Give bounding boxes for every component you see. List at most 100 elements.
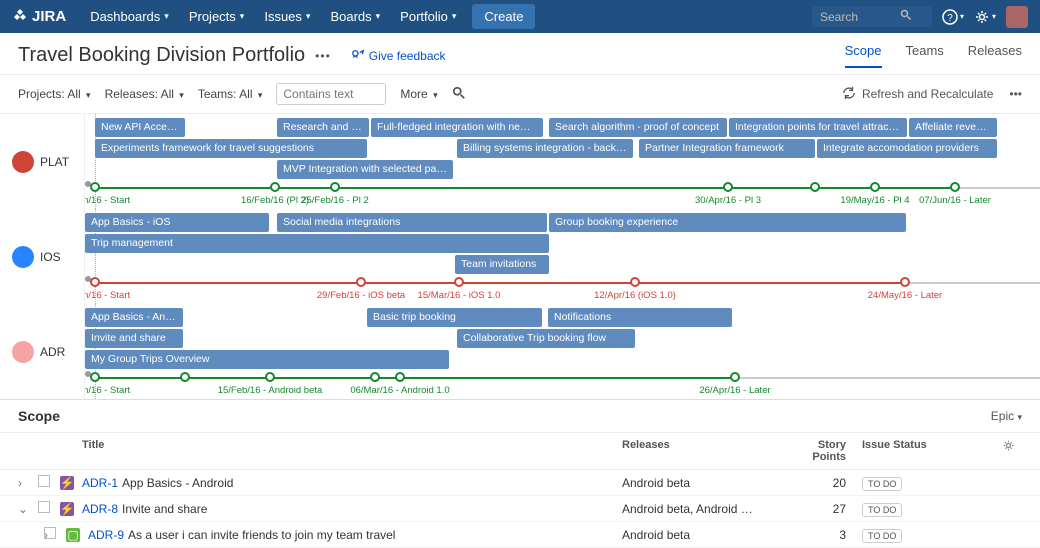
status-badge: TO DO — [862, 503, 902, 517]
release-marker[interactable] — [180, 372, 190, 382]
row-story-points: 27 — [782, 502, 862, 516]
timeline-bar[interactable]: App Basics - And… — [85, 308, 183, 327]
release-marker[interactable] — [723, 182, 733, 192]
timeline-bar[interactable]: Social media integrations — [277, 213, 547, 232]
track-adr: App Basics - And… Basic trip booking Notif… — [85, 304, 1040, 399]
timeline-bar[interactable]: Full-fledged integration with new paym… — [371, 118, 543, 137]
release-marker[interactable] — [454, 277, 464, 287]
issue-key-link[interactable]: ADR-8 — [82, 502, 118, 516]
bars-row: MVP Integration with selected payment… — [85, 160, 1040, 180]
timeline-bar[interactable]: Search algorithm - proof of concept — [549, 118, 727, 137]
col-title: Title — [82, 439, 622, 463]
release-marker[interactable] — [90, 182, 100, 192]
filter-projects[interactable]: Projects: All ▾ — [18, 87, 91, 101]
nav-item-issues[interactable]: Issues ▾ — [254, 3, 320, 30]
timeline-bar[interactable]: Basic trip booking — [367, 308, 542, 327]
nav-item-portfolio[interactable]: Portfolio ▾ — [390, 3, 466, 30]
release-label: 15/Mar/16 - iOS 1.0 — [418, 290, 501, 301]
filter-search-icon[interactable] — [452, 86, 466, 103]
timeline-bar[interactable]: New API Access … — [95, 118, 185, 137]
timeline-bar[interactable]: Team invitations — [455, 255, 549, 274]
row-releases: Android beta, Android … — [622, 502, 782, 516]
timeline-bar[interactable]: Integrate accomodation providers — [817, 139, 997, 158]
timeline-bar[interactable]: Experiments framework for travel suggest… — [95, 139, 367, 158]
axis: 19/Jan/16 - Start16/Feb/16 (Pl 2)25/Feb/… — [85, 181, 1040, 211]
tab-teams[interactable]: Teams — [906, 43, 944, 68]
release-marker[interactable] — [270, 182, 280, 192]
release-marker[interactable] — [370, 372, 380, 382]
row-checkbox[interactable] — [44, 527, 56, 539]
refresh-button[interactable] — [842, 86, 856, 103]
release-marker[interactable] — [950, 182, 960, 192]
track-plat: New API Access … Research and ev…Full-fle… — [85, 114, 1040, 209]
nav-item-boards[interactable]: Boards ▾ — [320, 3, 390, 30]
release-label: 15/Feb/16 - Android beta — [218, 385, 323, 396]
timeline-bar[interactable]: Billing systems integration - backend — [457, 139, 633, 158]
gear-icon[interactable] — [1002, 439, 1022, 463]
expand-toggle[interactable]: › — [18, 476, 22, 490]
search-icon — [900, 9, 912, 24]
more-actions-button[interactable]: ••• — [315, 49, 331, 63]
release-label: 19/May/16 - Pl 4 — [840, 195, 909, 206]
user-avatar[interactable] — [1006, 6, 1028, 28]
release-label: 16/Feb/16 (Pl 2) — [241, 195, 309, 206]
tracks-area: New API Access … Research and ev…Full-fle… — [85, 114, 1040, 399]
tab-scope[interactable]: Scope — [845, 43, 882, 68]
filter-search-input[interactable] — [276, 83, 386, 105]
global-search[interactable] — [812, 6, 932, 27]
timeline-bar[interactable]: Group booking experience — [549, 213, 906, 232]
release-marker[interactable] — [730, 372, 740, 382]
timeline-bar[interactable]: Notifications — [548, 308, 732, 327]
gear-icon[interactable]: ▾ — [974, 9, 996, 25]
timeline-bar[interactable]: My Group Trips Overview — [85, 350, 449, 369]
epic-dropdown[interactable]: Epic ▾ — [991, 409, 1022, 423]
timeline-bar[interactable]: Trip management — [85, 234, 549, 253]
tab-releases[interactable]: Releases — [968, 43, 1022, 68]
issue-key-link[interactable]: ADR-9 — [88, 528, 124, 542]
timeline-bar[interactable]: Integration points for travel attraction… — [729, 118, 907, 137]
table-row[interactable]: ›⚡ADR-1App Basics - AndroidAndroid beta2… — [0, 470, 1040, 496]
search-input[interactable] — [820, 10, 900, 24]
nav-item-dashboards[interactable]: Dashboards ▾ — [80, 3, 179, 30]
timeline-bar[interactable]: App Basics - iOS — [85, 213, 269, 232]
release-marker[interactable] — [265, 372, 275, 382]
release-marker[interactable] — [330, 182, 340, 192]
toolbar-more-icon[interactable]: ••• — [1009, 87, 1022, 101]
jira-logo[interactable]: JIRA — [12, 8, 66, 25]
release-marker[interactable] — [90, 372, 100, 382]
nav-item-projects[interactable]: Projects ▾ — [179, 3, 255, 30]
release-marker[interactable] — [870, 182, 880, 192]
create-button[interactable]: Create — [472, 4, 535, 29]
filter-releases[interactable]: Releases: All ▾ — [105, 87, 184, 101]
timeline-bar[interactable]: Invite and share — [85, 329, 183, 348]
bars-row: Invite and share Collaborative Trip booki… — [85, 329, 1040, 349]
table-row[interactable]: ⌄⚡ADR-8Invite and shareAndroid beta, And… — [0, 496, 1040, 522]
release-marker[interactable] — [630, 277, 640, 287]
bars-row: My Group Trips Overview — [85, 350, 1040, 370]
track-avatar — [12, 341, 34, 363]
bars-row: App Basics - iOS Social media integration… — [85, 213, 1040, 233]
timeline-bar[interactable]: Research and ev… — [277, 118, 369, 137]
row-checkbox[interactable] — [38, 475, 50, 487]
filter-teams[interactable]: Teams: All ▾ — [198, 87, 263, 101]
release-marker[interactable] — [900, 277, 910, 287]
release-marker[interactable] — [90, 277, 100, 287]
release-marker[interactable] — [395, 372, 405, 382]
timeline-bar[interactable]: Collaborative Trip booking flow — [457, 329, 635, 348]
timeline-bar[interactable]: Partner Integration framework — [639, 139, 815, 158]
release-marker[interactable] — [810, 182, 820, 192]
row-checkbox[interactable] — [38, 501, 50, 513]
help-icon[interactable]: ?▾ — [942, 9, 964, 25]
bars-row: Experiments framework for travel suggest… — [85, 139, 1040, 159]
release-marker[interactable] — [356, 277, 366, 287]
grid-header: Title Releases Story Points Issue Status — [0, 432, 1040, 470]
expand-toggle[interactable]: ⌄ — [18, 502, 28, 516]
refresh-label[interactable]: Refresh and Recalculate — [862, 87, 993, 101]
timeline-bar[interactable]: Affeliate revenue … — [909, 118, 997, 137]
track-label-adr: ADR — [0, 304, 84, 399]
issue-key-link[interactable]: ADR-1 — [82, 476, 118, 490]
give-feedback-link[interactable]: Give feedback — [351, 49, 446, 63]
filter-more[interactable]: More ▾ — [400, 87, 437, 101]
table-row[interactable]: ›▢ADR-9As a user i can invite friends to… — [0, 522, 1040, 548]
timeline-bar[interactable]: MVP Integration with selected payment… — [277, 160, 453, 179]
